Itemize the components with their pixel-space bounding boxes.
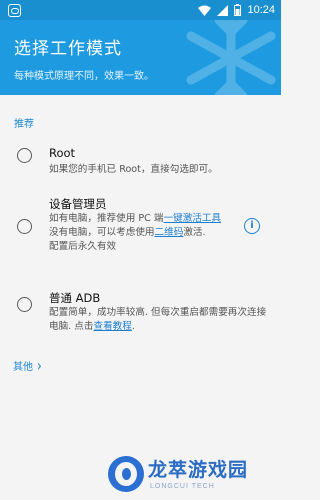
option-adb[interactable]: 普通 ADB 配置简单，成功率较高. 但每次重启都需要再次连接电脑. 点击查看教…	[0, 290, 281, 338]
option-root[interactable]: Root 如果您的手机已 Root，直接勾选即可。	[0, 146, 281, 186]
option-adb-desc: 配置简单，成功率较高. 但每次重启都需要再次连接电脑. 点击查看教程.	[49, 306, 267, 334]
one-click-activation-link[interactable]: 一键激活工具	[164, 213, 222, 224]
radio-root[interactable]	[17, 148, 32, 163]
battery-icon	[234, 4, 242, 16]
option-device-admin-desc: 如有电脑，推荐使用 PC 端一键激活工具 没有电脑，可以考虑使用二维码激活. 配…	[49, 212, 235, 253]
site-watermark: 龙萃游戏园 LONGCUI TECH	[108, 453, 278, 498]
other-label: 其他	[13, 362, 33, 373]
adb-desc-tail: .	[131, 320, 135, 332]
app-header: 选择工作模式 每种模式原理不同，效果一致。	[0, 20, 281, 95]
info-icon[interactable]: i	[244, 218, 260, 234]
desc-line3-text: 配置后永久有效	[49, 240, 117, 252]
other-section-toggle[interactable]: 其他 ›	[13, 356, 42, 375]
qr-code-link[interactable]: 二维码	[155, 227, 184, 238]
desc-line1-text: 如有电脑，推荐使用 PC 端	[49, 213, 164, 224]
option-adb-title: 普通 ADB	[49, 291, 101, 305]
status-bar: 10:24	[0, 0, 281, 20]
status-time: 10:24	[247, 4, 275, 16]
option-root-desc: 如果您的手机已 Root，直接勾选即可。	[49, 164, 218, 175]
view-tutorial-link[interactable]: 查看教程	[93, 321, 131, 332]
watermark-text: 龙萃游戏园	[148, 459, 249, 481]
radio-adb[interactable]	[17, 297, 32, 312]
desc-line2-text: 没有电脑，可以考虑使用	[49, 226, 155, 238]
app-notification-icon	[8, 4, 21, 17]
snowflake-decoration-icon	[186, 20, 276, 95]
desc-line2-tail: 激活.	[183, 226, 206, 238]
option-device-admin[interactable]: 设备管理员 如有电脑，推荐使用 PC 端一键激活工具 没有电脑，可以考虑使用二维…	[0, 196, 281, 271]
system-indicators: 10:24	[198, 2, 275, 18]
watermark-subtext: LONGCUI TECH	[150, 483, 215, 490]
page-subtitle: 每种模式原理不同，效果一致。	[14, 71, 154, 82]
section-recommended-label: 推荐	[14, 119, 34, 130]
adb-desc-text: 配置简单，成功率较高. 但每次重启都需要再次连接电脑. 点击	[49, 307, 267, 332]
signal-icon	[217, 4, 229, 16]
watermark-logo-icon	[108, 456, 144, 492]
option-root-title: Root	[49, 146, 76, 160]
radio-device-admin[interactable]	[17, 219, 32, 234]
option-device-admin-title: 设备管理员	[49, 197, 107, 211]
wifi-icon	[198, 5, 212, 16]
chevron-right-icon: ›	[37, 356, 42, 375]
page-title: 选择工作模式	[14, 39, 122, 59]
